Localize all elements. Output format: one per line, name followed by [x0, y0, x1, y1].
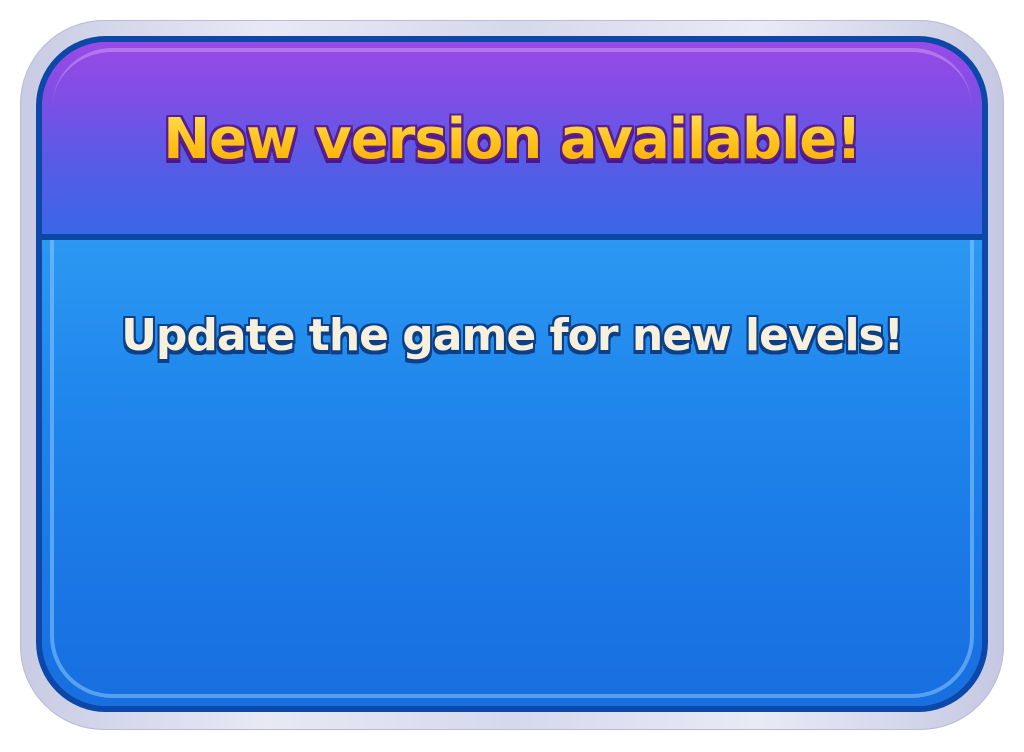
dialog-title: New version available!: [163, 106, 862, 172]
dialog-message: Update the game for new levels!: [121, 310, 904, 361]
dialog-body: Update the game for new levels!: [42, 240, 982, 706]
dialog-header: New version available!: [42, 42, 982, 240]
dialog-frame: New version available! Update the game f…: [20, 20, 1004, 730]
update-dialog: New version available! Update the game f…: [36, 36, 988, 712]
